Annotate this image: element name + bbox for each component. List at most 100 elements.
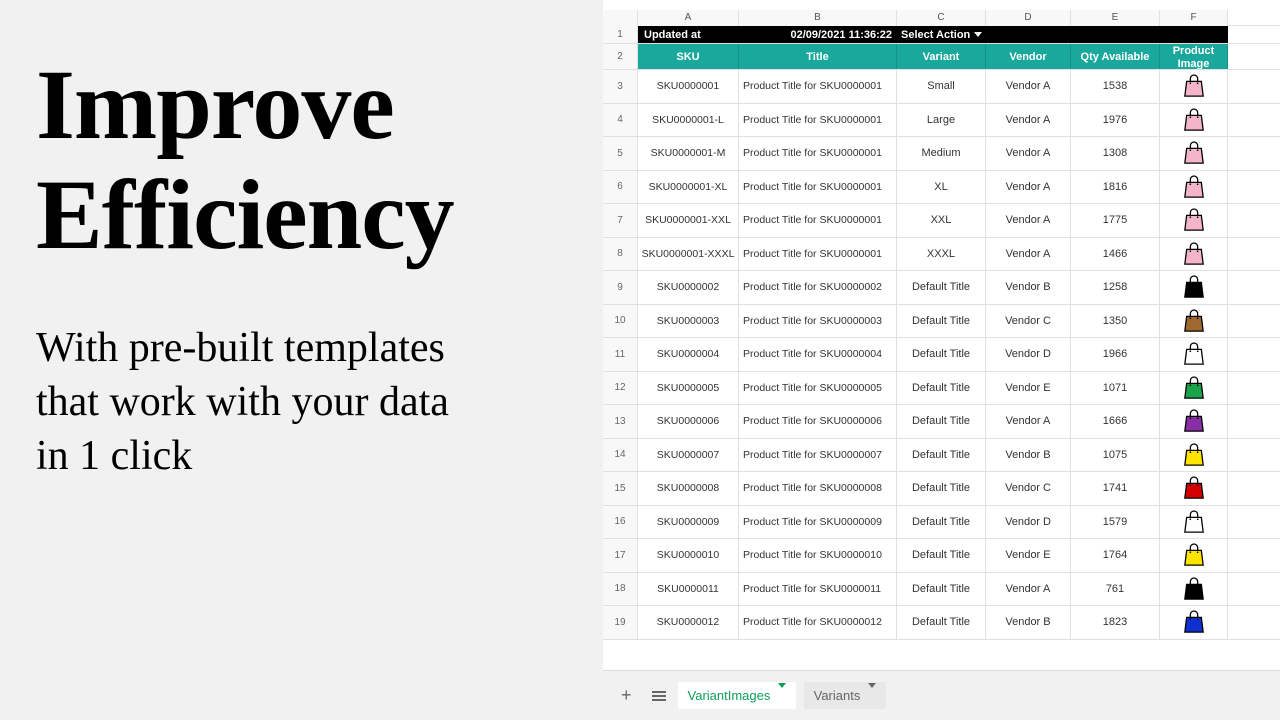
header-vendor[interactable]: Vendor	[986, 44, 1071, 69]
cell-vendor[interactable]: Vendor A	[986, 204, 1071, 237]
header-qty[interactable]: Qty Available	[1071, 44, 1160, 69]
cell-vendor[interactable]: Vendor A	[986, 171, 1071, 204]
col-C[interactable]: C	[897, 10, 986, 26]
cell-sku[interactable]: SKU0000001-XL	[638, 171, 739, 204]
header-image[interactable]: ProductImage	[1160, 44, 1228, 69]
cell-product-image[interactable]	[1160, 238, 1228, 271]
cell-qty[interactable]: 1308	[1071, 137, 1160, 170]
row-number[interactable]: 1	[603, 26, 638, 43]
cell-title[interactable]: Product Title for SKU0000009	[739, 506, 897, 539]
col-E[interactable]: E	[1071, 10, 1160, 26]
cell-title[interactable]: Product Title for SKU0000001	[739, 137, 897, 170]
empty-cell[interactable]	[1071, 26, 1160, 43]
cell-variant[interactable]: XL	[897, 171, 986, 204]
cell-title[interactable]: Product Title for SKU0000003	[739, 305, 897, 338]
updated-at-label[interactable]: Updated at	[638, 26, 739, 43]
cell-product-image[interactable]	[1160, 271, 1228, 304]
cell-variant[interactable]: Default Title	[897, 439, 986, 472]
row-number[interactable]: 13	[603, 405, 638, 438]
updated-at-timestamp[interactable]: 02/09/2021 11:36:22	[739, 26, 897, 43]
cell-vendor[interactable]: Vendor D	[986, 506, 1071, 539]
tab-variants[interactable]: Variants	[804, 682, 886, 709]
add-sheet-button[interactable]: +	[613, 685, 640, 706]
cell-product-image[interactable]	[1160, 506, 1228, 539]
cell-qty[interactable]: 1741	[1071, 472, 1160, 505]
row-number[interactable]: 19	[603, 606, 638, 639]
cell-sku[interactable]: SKU0000002	[638, 271, 739, 304]
row-number[interactable]: 17	[603, 539, 638, 572]
cell-sku[interactable]: SKU0000009	[638, 506, 739, 539]
cell-product-image[interactable]	[1160, 439, 1228, 472]
cell-qty[interactable]: 1976	[1071, 104, 1160, 137]
cell-vendor[interactable]: Vendor E	[986, 539, 1071, 572]
cell-product-image[interactable]	[1160, 204, 1228, 237]
row-number[interactable]: 18	[603, 573, 638, 606]
cell-qty[interactable]: 1258	[1071, 271, 1160, 304]
cell-variant[interactable]: Default Title	[897, 271, 986, 304]
row-number[interactable]: 14	[603, 439, 638, 472]
cell-vendor[interactable]: Vendor A	[986, 137, 1071, 170]
row-number[interactable]: 11	[603, 338, 638, 371]
row-number[interactable]: 10	[603, 305, 638, 338]
cell-vendor[interactable]: Vendor B	[986, 439, 1071, 472]
cell-qty[interactable]: 1816	[1071, 171, 1160, 204]
cell-vendor[interactable]: Vendor A	[986, 405, 1071, 438]
cell-vendor[interactable]: Vendor C	[986, 472, 1071, 505]
cell-title[interactable]: Product Title for SKU0000007	[739, 439, 897, 472]
cell-variant[interactable]: Default Title	[897, 539, 986, 572]
header-variant[interactable]: Variant	[897, 44, 986, 69]
sheet-grid[interactable]: A B C D E F 1 Updated at 02/09/2021 11:3…	[603, 10, 1280, 660]
cell-qty[interactable]: 1538	[1071, 70, 1160, 103]
cell-variant[interactable]: Default Title	[897, 372, 986, 405]
cell-qty[interactable]: 1071	[1071, 372, 1160, 405]
cell-qty[interactable]: 1775	[1071, 204, 1160, 237]
row-number[interactable]: 2	[603, 44, 638, 69]
cell-product-image[interactable]	[1160, 606, 1228, 639]
cell-product-image[interactable]	[1160, 338, 1228, 371]
cell-title[interactable]: Product Title for SKU0000012	[739, 606, 897, 639]
row-number[interactable]: 12	[603, 372, 638, 405]
cell-vendor[interactable]: Vendor A	[986, 104, 1071, 137]
cell-variant[interactable]: XXXL	[897, 238, 986, 271]
cell-qty[interactable]: 1075	[1071, 439, 1160, 472]
cell-sku[interactable]: SKU0000012	[638, 606, 739, 639]
row-number[interactable]: 6	[603, 171, 638, 204]
cell-variant[interactable]: Default Title	[897, 305, 986, 338]
cell-title[interactable]: Product Title for SKU0000004	[739, 338, 897, 371]
header-title[interactable]: Title	[739, 44, 897, 69]
row-number[interactable]: 4	[603, 104, 638, 137]
cell-qty[interactable]: 761	[1071, 573, 1160, 606]
cell-qty[interactable]: 1764	[1071, 539, 1160, 572]
row-number[interactable]: 15	[603, 472, 638, 505]
tab-variant-images[interactable]: VariantImages	[678, 682, 796, 709]
cell-qty[interactable]: 1350	[1071, 305, 1160, 338]
all-sheets-button[interactable]	[648, 685, 670, 707]
cell-product-image[interactable]	[1160, 70, 1228, 103]
row-number[interactable]: 16	[603, 506, 638, 539]
cell-title[interactable]: Product Title for SKU0000002	[739, 271, 897, 304]
row-number[interactable]: 9	[603, 271, 638, 304]
cell-sku[interactable]: SKU0000001-M	[638, 137, 739, 170]
cell-title[interactable]: Product Title for SKU0000005	[739, 372, 897, 405]
cell-variant[interactable]: Default Title	[897, 338, 986, 371]
col-B[interactable]: B	[739, 10, 897, 26]
cell-qty[interactable]: 1823	[1071, 606, 1160, 639]
cell-variant[interactable]: Default Title	[897, 506, 986, 539]
cell-sku[interactable]: SKU0000006	[638, 405, 739, 438]
cell-product-image[interactable]	[1160, 305, 1228, 338]
cell-product-image[interactable]	[1160, 472, 1228, 505]
cell-sku[interactable]: SKU0000001-L	[638, 104, 739, 137]
cell-product-image[interactable]	[1160, 573, 1228, 606]
cell-product-image[interactable]	[1160, 405, 1228, 438]
row-number[interactable]: 8	[603, 238, 638, 271]
cell-vendor[interactable]: Vendor C	[986, 305, 1071, 338]
cell-variant[interactable]: XXL	[897, 204, 986, 237]
cell-product-image[interactable]	[1160, 171, 1228, 204]
cell-vendor[interactable]: Vendor A	[986, 238, 1071, 271]
cell-title[interactable]: Product Title for SKU0000006	[739, 405, 897, 438]
cell-vendor[interactable]: Vendor B	[986, 606, 1071, 639]
select-action-dropdown[interactable]: Select Action	[897, 26, 986, 43]
cell-title[interactable]: Product Title for SKU0000008	[739, 472, 897, 505]
col-A[interactable]: A	[638, 10, 739, 26]
cell-vendor[interactable]: Vendor A	[986, 70, 1071, 103]
